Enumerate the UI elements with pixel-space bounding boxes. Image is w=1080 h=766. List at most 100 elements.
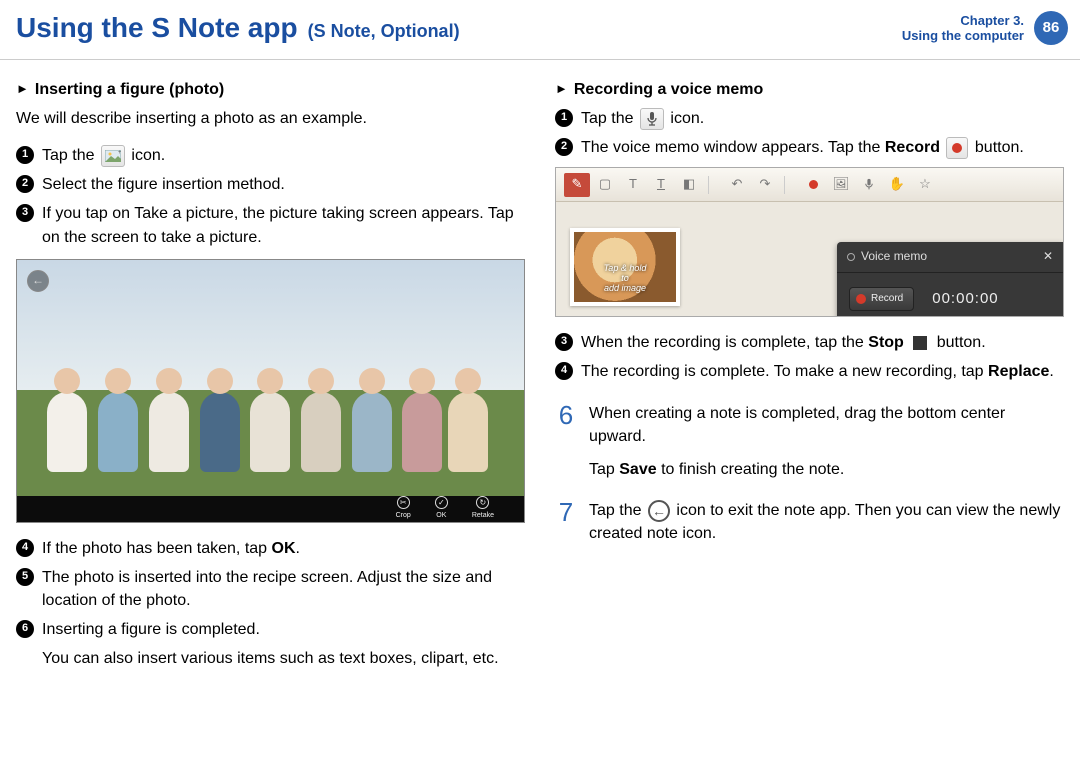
snote-canvas: Tap & hold to add image Voice memo ✕ <box>556 202 1063 316</box>
step-number: 1 <box>16 146 34 164</box>
right-step-3: 3 When the recording is complete, tap th… <box>555 331 1064 354</box>
right-step-4: 4 The recording is complete. To make a n… <box>555 360 1064 383</box>
record-tool-icon[interactable] <box>800 173 826 197</box>
snote-toolbar: ✎ ▢ T T ◧ ↶ ↷ 🖼 ✋ ☆ <box>556 168 1063 202</box>
header-title: Using the S Note app (S Note, Optional) <box>16 8 460 49</box>
person <box>402 392 442 472</box>
step-text: The recording is complete. To make a new… <box>581 360 1054 383</box>
record-indicator-icon <box>847 253 855 261</box>
step-number: 1 <box>555 109 573 127</box>
page-number-badge: 86 <box>1034 11 1068 45</box>
left-column: ► Inserting a figure (photo) We will des… <box>16 78 525 677</box>
step-text: Inserting a figure is completed. <box>42 618 260 641</box>
recording-time: 00:00:00 <box>932 288 998 310</box>
popup-body: Record 00:00:00 <box>837 273 1063 318</box>
record-button-label: Record <box>871 292 903 307</box>
big-step-6: 6 When creating a note is completed, dra… <box>555 402 1064 482</box>
image-placeholder-label: Tap & hold to add image <box>600 264 651 294</box>
insert-photo-icon: + <box>101 145 125 167</box>
person <box>250 392 290 472</box>
page-header: Using the S Note app (S Note, Optional) … <box>0 0 1080 60</box>
step-text: When the recording is complete, tap the … <box>581 331 986 354</box>
big-step-number: 7 <box>555 499 577 525</box>
person <box>448 392 488 472</box>
big-step-number: 6 <box>555 402 577 428</box>
chapter-line2: Using the computer <box>902 28 1024 44</box>
left-footnote: You can also insert various items such a… <box>42 647 525 670</box>
big-step-text: When creating a note is completed, drag … <box>589 402 1064 482</box>
star-tool-icon[interactable]: ☆ <box>912 173 938 197</box>
big-step-7: 7 Tap the ← icon to exit the note app. T… <box>555 499 1064 545</box>
record-icon <box>946 137 968 159</box>
person <box>352 392 392 472</box>
right-step-1: 1 Tap the icon. <box>555 107 1064 130</box>
right-heading-text: Recording a voice memo <box>574 78 763 101</box>
step-number: 5 <box>16 568 34 586</box>
right-step-2: 2 The voice memo window appears. Tap the… <box>555 136 1064 159</box>
person <box>301 392 341 472</box>
popup-close-icon[interactable]: ✕ <box>1043 248 1053 265</box>
image-tool-icon[interactable]: 🖼 <box>828 173 854 197</box>
svg-text:+: + <box>118 150 121 156</box>
retake-button[interactable]: ↻Retake <box>472 496 494 521</box>
chapter-label: Chapter 3. Using the computer <box>902 13 1024 44</box>
left-step-3: 3 If you tap on Take a picture, the pict… <box>16 202 525 248</box>
pen-tool-icon[interactable]: ✎ <box>564 173 590 197</box>
record-dot-icon <box>856 294 866 304</box>
camera-screenshot: ← ✂Crop ✓OK ↻Retake <box>16 259 525 523</box>
step-number: 6 <box>16 620 34 638</box>
left-intro: We will describe inserting a photo as an… <box>16 107 525 130</box>
stop-icon <box>910 334 930 352</box>
step-number: 4 <box>555 362 573 380</box>
step-number: 2 <box>16 175 34 193</box>
redo-icon[interactable]: ↷ <box>752 173 778 197</box>
step-text: The photo is inserted into the recipe sc… <box>42 566 525 612</box>
image-placeholder[interactable]: Tap & hold to add image <box>570 228 680 306</box>
photo-scene <box>17 260 524 496</box>
big-step-text: Tap the ← icon to exit the note app. The… <box>589 499 1064 545</box>
triangle-icon: ► <box>16 80 29 99</box>
mic-tool-icon[interactable] <box>856 173 882 197</box>
step-number: 4 <box>16 539 34 557</box>
left-heading-text: Inserting a figure (photo) <box>35 78 224 101</box>
step-text: If the photo has been taken, tap OK. <box>42 537 300 560</box>
textstyle-tool-icon[interactable]: T <box>648 173 674 197</box>
ok-button[interactable]: ✓OK <box>435 496 448 521</box>
voice-memo-popup: Voice memo ✕ Record 00:00:00 <box>837 242 1063 317</box>
title-sub: (S Note, Optional) <box>308 18 460 44</box>
left-step-2: 2 Select the figure insertion method. <box>16 173 525 196</box>
person <box>200 392 240 472</box>
step-number: 3 <box>555 333 573 351</box>
popup-header: Voice memo ✕ <box>837 242 1063 272</box>
step-text: Select the figure insertion method. <box>42 173 285 196</box>
left-step-4: 4 If the photo has been taken, tap OK. <box>16 537 525 560</box>
person <box>149 392 189 472</box>
left-heading: ► Inserting a figure (photo) <box>16 78 525 101</box>
content-columns: ► Inserting a figure (photo) We will des… <box>0 60 1080 677</box>
back-arrow-icon: ← <box>648 500 670 522</box>
camera-bottom-bar: ✂Crop ✓OK ↻Retake <box>17 496 524 522</box>
shape-tool-icon[interactable]: ▢ <box>592 173 618 197</box>
undo-icon[interactable]: ↶ <box>724 173 750 197</box>
step-text: The voice memo window appears. Tap the R… <box>581 136 1024 159</box>
header-meta: Chapter 3. Using the computer 86 <box>902 11 1068 45</box>
chapter-line1: Chapter 3. <box>902 13 1024 29</box>
step-text: If you tap on Take a picture, the pictur… <box>42 202 525 248</box>
camera-back-icon[interactable]: ← <box>27 270 49 292</box>
left-step-6: 6 Inserting a figure is completed. <box>16 618 525 641</box>
triangle-icon: ► <box>555 80 568 99</box>
left-step-1: 1 Tap the + icon. <box>16 144 525 167</box>
title-main: Using the S Note app <box>16 8 298 49</box>
step-number: 2 <box>555 138 573 156</box>
step-text: Tap the icon. <box>581 107 704 130</box>
right-heading: ► Recording a voice memo <box>555 78 1064 101</box>
crop-button[interactable]: ✂Crop <box>396 496 411 521</box>
microphone-icon <box>640 108 664 130</box>
person <box>47 392 87 472</box>
left-step-5: 5 The photo is inserted into the recipe … <box>16 566 525 612</box>
record-button[interactable]: Record <box>849 287 914 312</box>
person <box>98 392 138 472</box>
hand-tool-icon[interactable]: ✋ <box>884 173 910 197</box>
eraser-tool-icon[interactable]: ◧ <box>676 173 702 197</box>
text-tool-icon[interactable]: T <box>620 173 646 197</box>
